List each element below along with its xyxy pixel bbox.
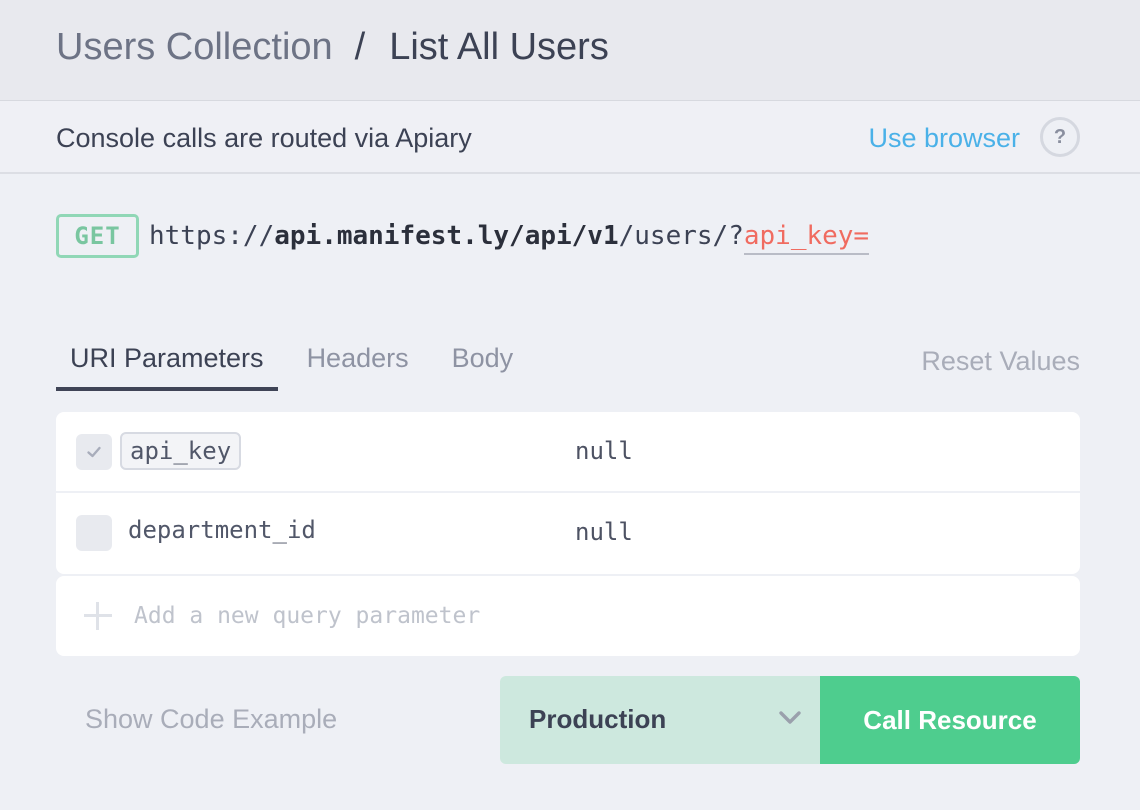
routing-bar: Console calls are routed via Apiary Use …: [0, 101, 1140, 174]
parameter-name: api_key: [120, 432, 242, 470]
help-icon[interactable]: ?: [1040, 117, 1080, 157]
url-query-start: /?: [712, 221, 744, 251]
environment-select[interactable]: Production: [500, 676, 820, 764]
tab-bar: URI Parameters Headers Body: [56, 336, 542, 391]
plus-icon[interactable]: [84, 602, 112, 630]
parameter-value-input[interactable]: null: [575, 515, 633, 549]
add-parameter-input[interactable]: [134, 598, 1034, 634]
parameter-value-input[interactable]: null: [575, 434, 633, 468]
show-code-example-link[interactable]: Show Code Example: [85, 704, 337, 735]
url-query-param[interactable]: api_key=: [743, 221, 870, 255]
page-header: Users Collection / List All Users: [0, 0, 1140, 101]
breadcrumb: Users Collection / List All Users: [56, 24, 609, 70]
url-resource: users: [634, 221, 713, 251]
reset-values-button[interactable]: Reset Values: [921, 346, 1080, 377]
parameter-row: api_key null: [56, 412, 1080, 493]
use-browser-link[interactable]: Use browser: [868, 121, 1020, 155]
add-parameter-row: [56, 576, 1080, 656]
tab-uri-parameters[interactable]: URI Parameters: [56, 336, 278, 391]
parameter-list: api_key null department_id null: [56, 412, 1080, 574]
tab-headers[interactable]: Headers: [293, 336, 423, 391]
environment-label: Production: [529, 704, 667, 734]
method-badge: GET: [56, 214, 139, 258]
parameter-checkbox-department-id[interactable]: [76, 515, 112, 551]
chevron-down-icon: [779, 711, 801, 724]
routing-message: Console calls are routed via Apiary: [56, 123, 472, 153]
tab-body[interactable]: Body: [438, 336, 528, 391]
url-host-path: api.manifest.ly/api/v1: [274, 221, 619, 251]
parameter-row: department_id null: [56, 493, 1080, 574]
call-resource-button[interactable]: Call Resource: [820, 676, 1080, 764]
parameter-checkbox-api-key[interactable]: [76, 434, 112, 470]
page-title: List All Users: [389, 26, 609, 68]
parameter-name: department_id: [128, 516, 316, 544]
breadcrumb-parent[interactable]: Users Collection: [56, 24, 333, 70]
url-slash: /: [618, 221, 635, 251]
url-protocol: https://: [149, 221, 275, 251]
check-icon: [87, 446, 101, 458]
request-url[interactable]: https://api.manifest.ly/api/v1/users/?ap…: [149, 221, 870, 255]
request-url-row: GET https://api.manifest.ly/api/v1/users…: [56, 214, 870, 258]
breadcrumb-separator: /: [354, 26, 366, 68]
